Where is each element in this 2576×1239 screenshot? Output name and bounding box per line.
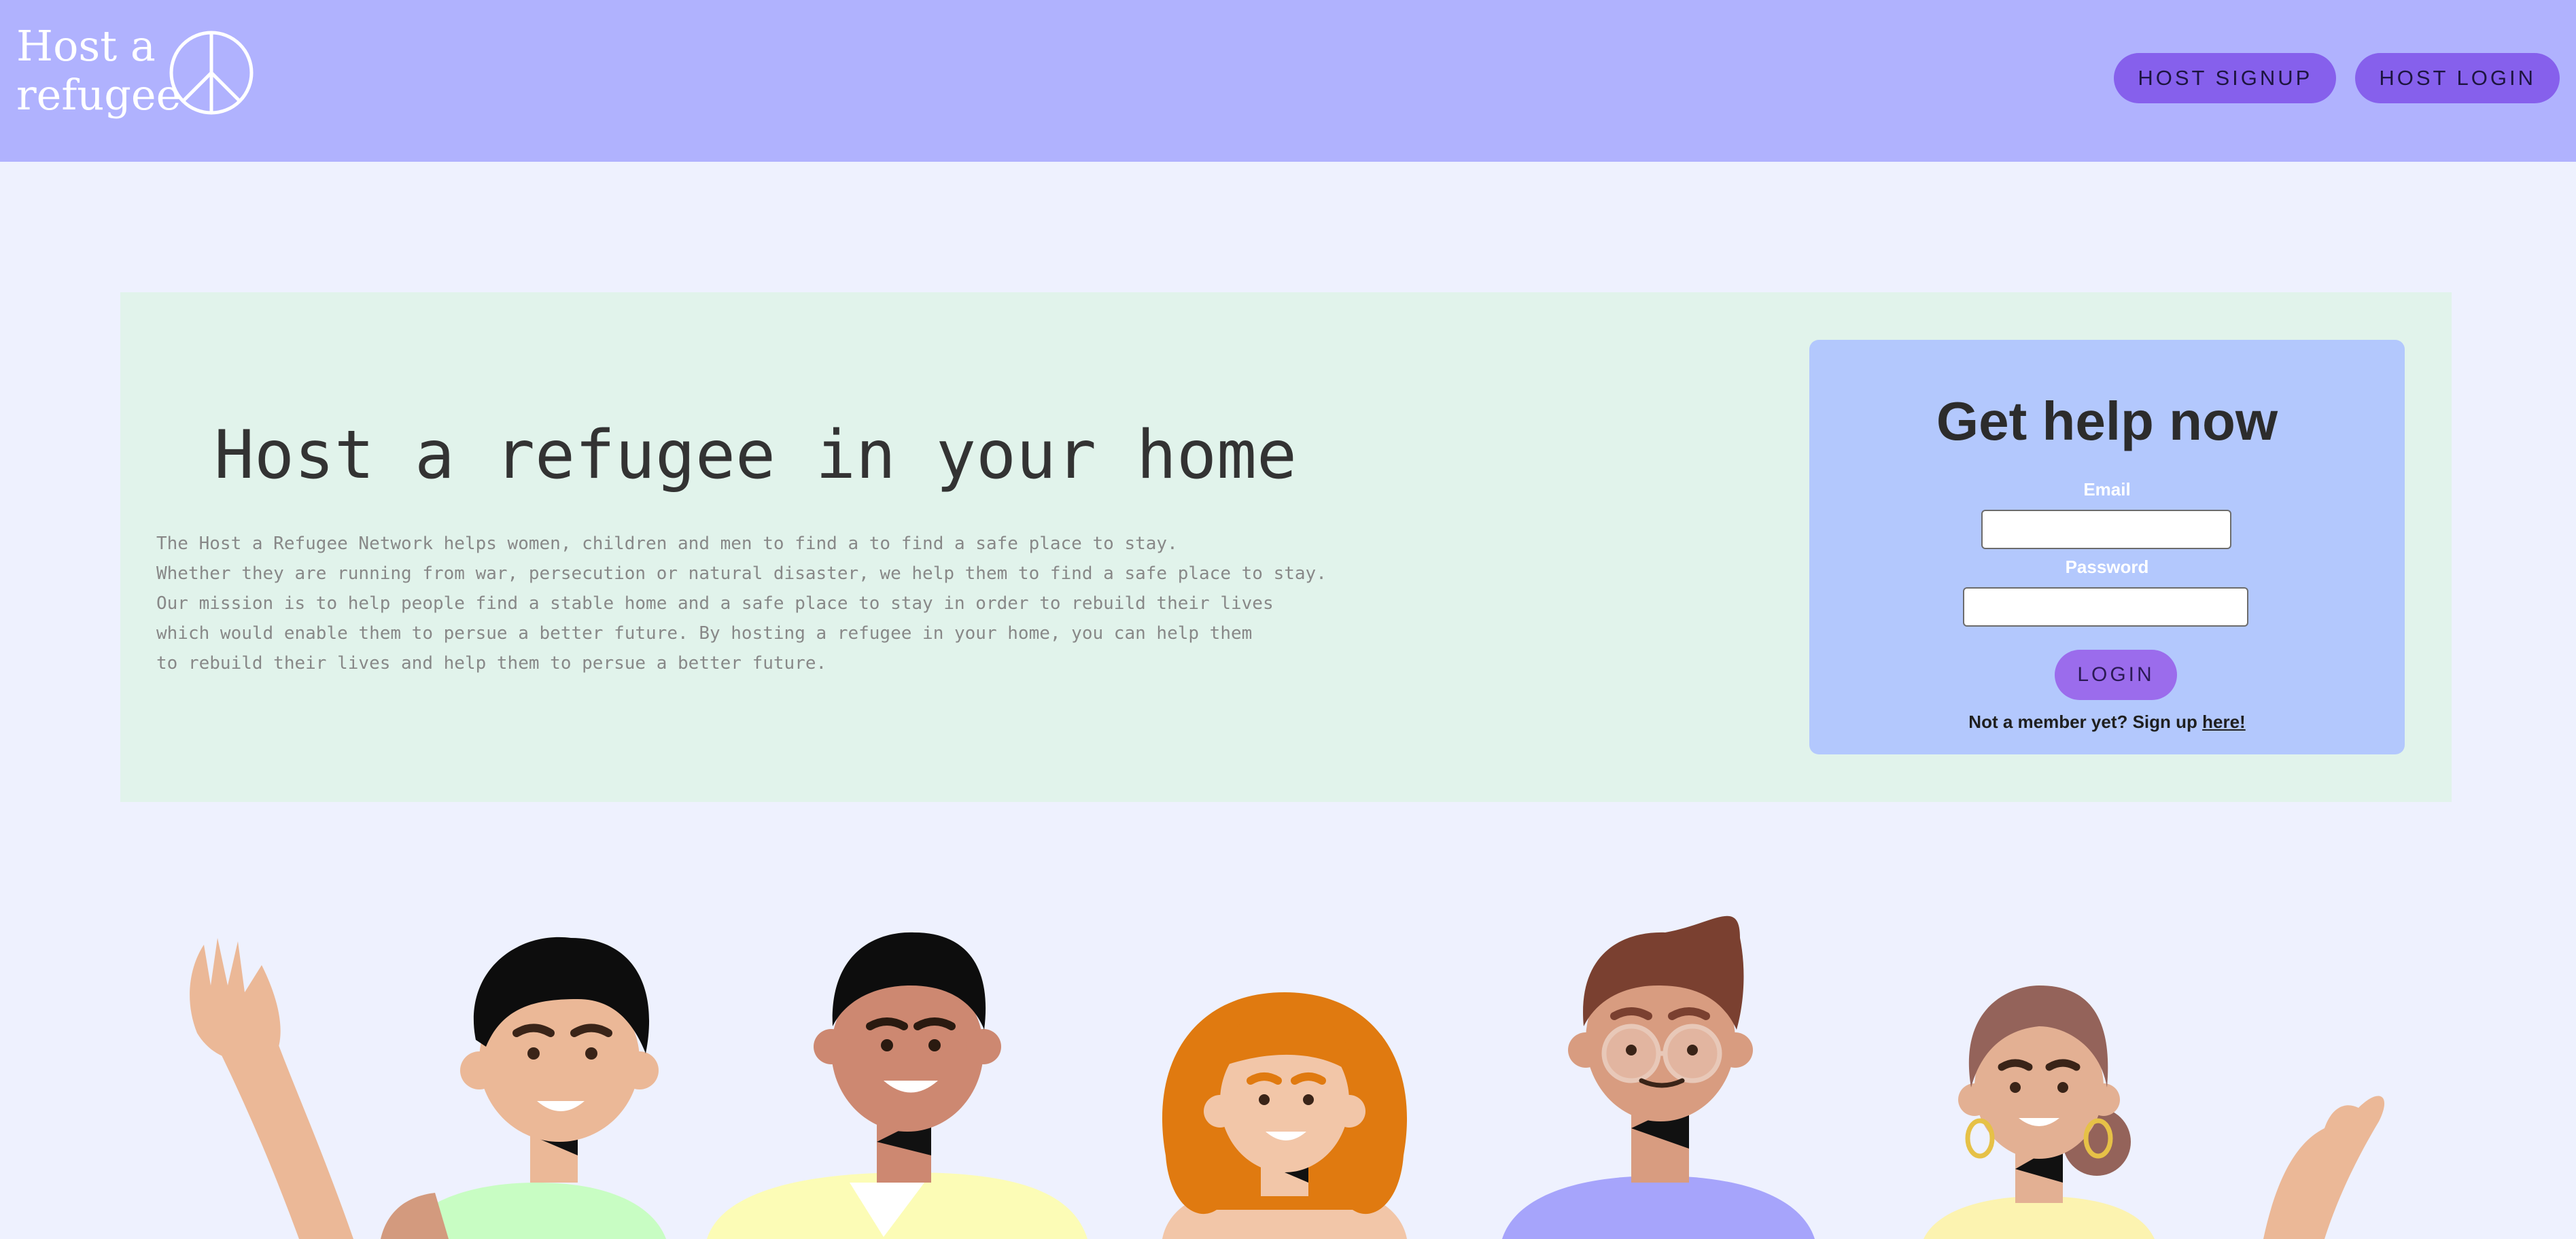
login-button[interactable]: LOGIN	[2055, 650, 2177, 700]
host-signup-button[interactable]: HOST SIGNUP	[2114, 53, 2337, 103]
signup-link[interactable]: here!	[2202, 712, 2246, 732]
logo-line-1: Host a	[16, 21, 156, 71]
person-woman-bun-illustration	[1924, 985, 2385, 1239]
hero-section: Host a refugee in your home The Host a R…	[120, 292, 2452, 802]
site-header: Host a refugee HOST SIGNUP HOST LOGIN	[0, 0, 2576, 162]
person-waving-man-illustration	[190, 937, 666, 1239]
login-card: Get help now Email Password LOGIN Not a …	[1809, 340, 2405, 754]
header-nav: HOST SIGNUP HOST LOGIN	[2114, 53, 2560, 103]
logo[interactable]: Host a refugee	[16, 22, 254, 124]
logo-line-2: refugee	[16, 70, 181, 120]
host-login-button[interactable]: HOST LOGIN	[2355, 53, 2560, 103]
email-field[interactable]	[1981, 510, 2231, 549]
signup-prompt-text: Not a member yet? Sign up	[1968, 712, 2203, 732]
login-card-title: Get help now	[1936, 391, 2278, 451]
hero-description-line: The Host a Refugee Network helps women, …	[156, 534, 1178, 554]
hero-title: Host a refugee in your home	[214, 417, 1298, 494]
hero-description: The Host a Refugee Network helps women, …	[156, 529, 1327, 678]
person-woman-orange-hair-illustration	[1162, 992, 1408, 1239]
people-illustration	[190, 915, 2385, 1239]
hero-description-line: Our mission is to help people find a sta…	[156, 593, 1274, 614]
hero-description-line: which would enable them to persue a bett…	[156, 623, 1253, 644]
person-man-glasses-illustration	[1502, 915, 1815, 1239]
hero-description-line: Whether they are running from war, perse…	[156, 563, 1327, 584]
logo-text: Host a refugee	[16, 22, 193, 120]
hero-description-line: to rebuild their lives and help them to …	[156, 653, 827, 674]
signup-prompt: Not a member yet? Sign up here!	[1809, 710, 2405, 733]
email-label: Email	[2083, 479, 2131, 500]
peace-icon	[169, 31, 254, 115]
person-man-yellow-shirt-illustration	[707, 932, 1087, 1239]
password-label: Password	[2065, 557, 2149, 577]
password-field[interactable]	[1963, 587, 2248, 627]
